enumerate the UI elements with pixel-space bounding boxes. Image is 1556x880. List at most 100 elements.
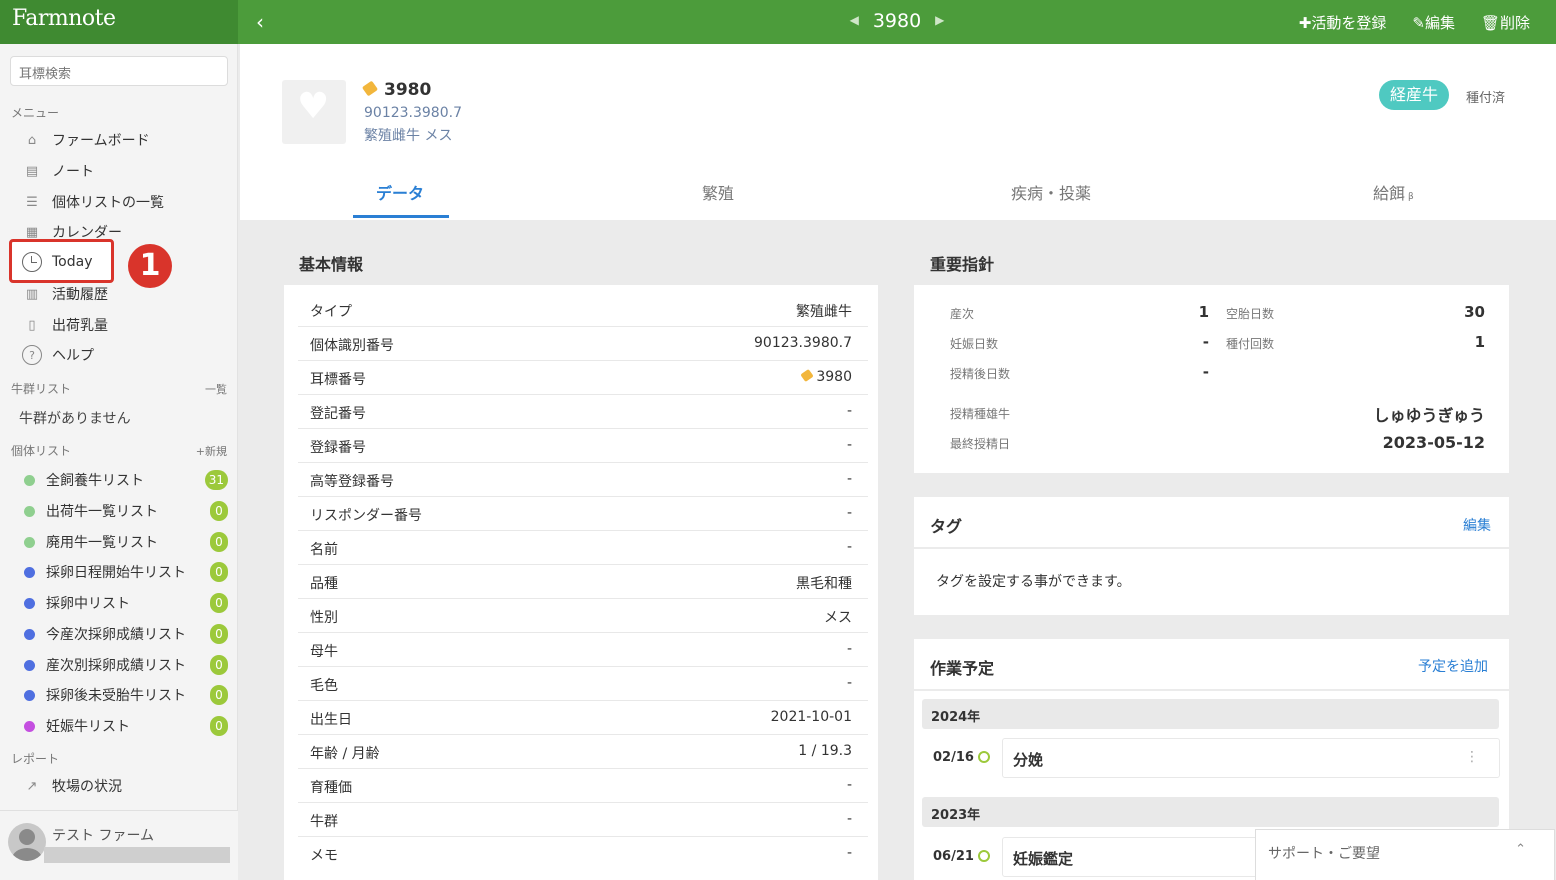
list-item[interactable]: 採卵後未受胎牛リスト 0 bbox=[24, 684, 234, 706]
sidebar-item-label: ファームボード bbox=[52, 133, 150, 149]
parity-value: 1 bbox=[1198, 303, 1209, 321]
cow-header-card: 3980 90123.3980.7 繁殖雌牛 メス 経産牛 種付済 データ 繁殖… bbox=[240, 44, 1556, 220]
active-tab-underline bbox=[353, 215, 449, 218]
row-value: メス bbox=[824, 610, 852, 626]
list-item[interactable]: 産次別採卵成績リスト 0 bbox=[24, 654, 234, 676]
row-value: 2021-10-01 bbox=[770, 709, 852, 725]
sidebar-item-activity-history[interactable]: ▥ 活動履歴 bbox=[22, 282, 108, 306]
table-row: 名前 - bbox=[298, 531, 868, 565]
sidebar-item-milk[interactable]: ▯ 出荷乳量 bbox=[22, 313, 108, 337]
edit-button[interactable]: ✎編集 bbox=[1412, 12, 1455, 33]
list-item[interactable]: 採卵中リスト 0 bbox=[24, 592, 234, 614]
herd-all-link[interactable]: 一覧 bbox=[205, 381, 227, 397]
row-key: タイプ bbox=[310, 304, 352, 320]
important-metrics-panel: 産次 1 空胎日数 30 妊娠日数 - 種付回数 1 授精後日数 - 授精種雄牛… bbox=[914, 285, 1509, 473]
row-value: - bbox=[846, 471, 852, 487]
sidebar-item-farm-status[interactable]: ↗ 牧場の状況 bbox=[22, 774, 122, 798]
row-value: 1 / 19.3 bbox=[798, 743, 852, 759]
list-item[interactable]: 出荷牛一覧リスト 0 bbox=[24, 500, 234, 522]
list-item[interactable]: 廃用牛一覧リスト 0 bbox=[24, 531, 234, 553]
row-key: 登記番号 bbox=[310, 406, 366, 422]
row-value: - bbox=[846, 845, 852, 861]
search-input[interactable] bbox=[10, 56, 228, 86]
row-value: 黒毛和種 bbox=[796, 576, 852, 592]
sidebar-item-today[interactable]: Today bbox=[9, 239, 114, 283]
list-color-dot bbox=[24, 505, 35, 517]
row-value: - bbox=[846, 777, 852, 793]
sidebar-item-note[interactable]: ▤ ノート bbox=[22, 159, 94, 183]
parity-label: 産次 bbox=[950, 307, 975, 321]
next-cow-icon[interactable]: ▶ bbox=[935, 13, 944, 27]
cow-image-placeholder bbox=[282, 80, 346, 144]
row-key: 登録番号 bbox=[310, 440, 366, 456]
table-row: メモ - bbox=[298, 837, 868, 871]
prev-cow-icon[interactable]: ◀ bbox=[850, 13, 859, 27]
list-count-badge: 0 bbox=[210, 624, 228, 644]
user-footer[interactable]: テスト ファーム bbox=[0, 810, 238, 880]
sidebar-item-label: 個体リストの一覧 bbox=[52, 195, 164, 211]
event-status-icon bbox=[978, 751, 990, 763]
table-row: 年齢 / 月齢 1 / 19.3 bbox=[298, 735, 868, 769]
list-label: 妊娠牛リスト bbox=[46, 719, 130, 735]
sidebar-item-farmboard[interactable]: ⌂ ファームボード bbox=[22, 128, 150, 152]
tab-data[interactable]: データ bbox=[376, 180, 424, 204]
tab-feeding[interactable]: 給餌 β bbox=[1373, 180, 1414, 204]
list-item[interactable]: 今産次採卵成績リスト 0 bbox=[24, 623, 234, 645]
menu-section-label: メニュー bbox=[11, 106, 60, 120]
support-widget[interactable]: サポート・ご要望 ⌃ bbox=[1255, 829, 1555, 880]
table-row: 個体識別番号 90123.3980.7 bbox=[298, 327, 868, 361]
event-title: 妊娠鑑定 bbox=[1013, 850, 1074, 868]
sire-value: しゅゆうぎゅう bbox=[1373, 406, 1485, 425]
farm-name-placeholder-bar bbox=[44, 847, 230, 863]
table-row: 性別 メス bbox=[298, 599, 868, 633]
list-color-dot bbox=[24, 566, 35, 578]
table-row: 登録番号 - bbox=[298, 429, 868, 463]
sidebar-item-help[interactable]: ? ヘルプ bbox=[22, 343, 94, 367]
farm-icon: ⌂ bbox=[27, 132, 37, 148]
important-metrics-title: 重要指針 bbox=[930, 255, 995, 274]
list-item[interactable]: 全飼養牛リスト 31 bbox=[24, 469, 234, 491]
row-key: リスポンダー番号 bbox=[310, 508, 422, 524]
row-value: - bbox=[846, 437, 852, 453]
row-value: - bbox=[846, 811, 852, 827]
delete-button[interactable]: 🗑削除 bbox=[1481, 12, 1530, 33]
top-bar: ‹ ◀ 3980 ▶ ✚活動を登録 ✎編集 🗑削除 bbox=[238, 0, 1556, 44]
cow-tag-number: 3980 bbox=[384, 80, 432, 100]
sidebar-item-label: 活動履歴 bbox=[52, 287, 108, 303]
insemination-count-label: 種付回数 bbox=[1226, 337, 1275, 351]
add-activity-button[interactable]: ✚活動を登録 bbox=[1299, 12, 1387, 33]
schedule-title: 作業予定 bbox=[930, 659, 995, 678]
sidebar: メニュー ⌂ファームボード ▤ノート ☰個体リストの一覧 ▦カレンダー Toda… bbox=[0, 44, 238, 880]
year-header: 2024年 bbox=[922, 699, 1499, 729]
list-label: 出荷牛一覧リスト bbox=[46, 504, 158, 520]
app-logo[interactable]: Farmnote bbox=[0, 0, 238, 44]
tags-empty-text: タグを設定する事ができます。 bbox=[936, 574, 1131, 590]
list-item[interactable]: 採卵日程開始牛リスト 0 bbox=[24, 561, 234, 583]
tab-disease-medication[interactable]: 疾病・投薬 bbox=[1011, 180, 1091, 204]
open-days-value: 30 bbox=[1464, 303, 1485, 321]
more-options-icon[interactable]: ⋮ bbox=[1465, 749, 1479, 765]
tags-edit-link[interactable]: 編集 bbox=[1463, 515, 1491, 535]
new-list-link[interactable]: +新規 bbox=[196, 443, 227, 459]
list-count-badge: 0 bbox=[210, 501, 228, 521]
basic-info-panel: タイプ 繁殖雌牛 個体識別番号 90123.3980.7 耳標番号 3980 登記番号… bbox=[284, 285, 878, 880]
list-label: 今産次採卵成績リスト bbox=[46, 627, 186, 643]
list-count-badge: 0 bbox=[210, 685, 228, 705]
list-color-dot bbox=[24, 659, 35, 671]
row-key: 品種 bbox=[310, 576, 338, 592]
row-key: 個体識別番号 bbox=[310, 338, 394, 354]
tag-icon bbox=[361, 80, 379, 97]
tab-breeding[interactable]: 繁殖 bbox=[702, 180, 734, 204]
add-schedule-link[interactable]: 予定を追加 bbox=[1418, 656, 1488, 676]
tags-panel: タグ 編集 タグを設定する事ができます。 bbox=[914, 497, 1509, 615]
table-row: 育種価 - bbox=[298, 769, 868, 803]
row-value: - bbox=[846, 539, 852, 555]
list-item[interactable]: 妊娠牛リスト 0 bbox=[24, 715, 234, 737]
event-card[interactable]: 分娩 ⋮ bbox=[1002, 738, 1500, 778]
history-icon: ▥ bbox=[25, 286, 39, 302]
sidebar-item-cow-lists[interactable]: ☰ 個体リストの一覧 bbox=[22, 190, 164, 214]
tags-title: タグ bbox=[930, 517, 963, 536]
list-label: 採卵中リスト bbox=[46, 596, 130, 612]
avatar bbox=[8, 823, 46, 861]
last-insemination-value: 2023-05-12 bbox=[1382, 433, 1485, 452]
